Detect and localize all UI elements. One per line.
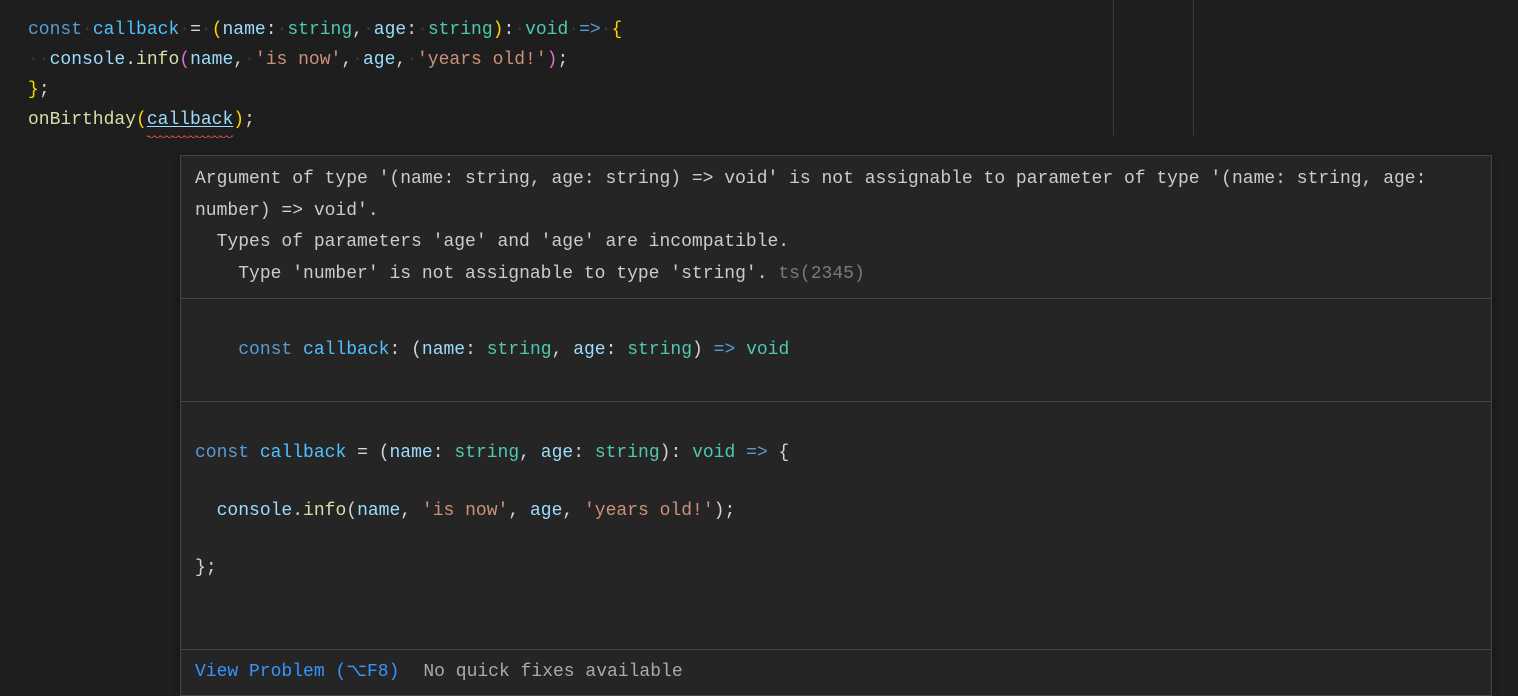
- string-literal: 'is now': [255, 46, 341, 75]
- hover-source-section: const callback = (name: string, age: str…: [181, 402, 1491, 649]
- hover-signature-section: const callback: (name: string, age: stri…: [181, 299, 1491, 402]
- var-callback: callback: [93, 16, 179, 45]
- code-line-2[interactable]: ··console.info(name,·'is now',·age,·'yea…: [28, 45, 1518, 75]
- type-void: void: [525, 16, 568, 45]
- code-line-4[interactable]: onBirthday(callback);: [28, 105, 1518, 135]
- code-editor[interactable]: const·callback·=·(name:·string,·age:·str…: [0, 0, 1518, 135]
- code-line-3[interactable]: };: [28, 75, 1518, 105]
- hover-tooltip[interactable]: Argument of type '(name: string, age: st…: [180, 155, 1492, 696]
- error-message: Argument of type '(name: string, age: st…: [195, 164, 1477, 290]
- view-problem-link[interactable]: View Problem (⌥F8): [195, 658, 399, 687]
- arg-callback-error[interactable]: callback: [147, 106, 233, 135]
- arrow-op: =>: [579, 16, 601, 45]
- hover-footer: View Problem (⌥F8) No quick fixes availa…: [181, 650, 1491, 695]
- hover-error-section: Argument of type '(name: string, age: st…: [181, 156, 1491, 299]
- keyword-const: const: [28, 16, 82, 45]
- fn-onBirthday: onBirthday: [28, 106, 136, 135]
- error-code: ts(2345): [778, 264, 864, 284]
- no-quick-fixes-label: No quick fixes available: [423, 658, 682, 687]
- whitespace-dot: ·: [82, 16, 93, 45]
- type-string: string: [287, 16, 352, 45]
- code-line-1[interactable]: const·callback·=·(name:·string,·age:·str…: [28, 15, 1518, 45]
- param-age: age: [374, 16, 406, 45]
- fn-info: info: [136, 46, 179, 75]
- param-name: name: [223, 16, 266, 45]
- obj-console: console: [50, 46, 126, 75]
